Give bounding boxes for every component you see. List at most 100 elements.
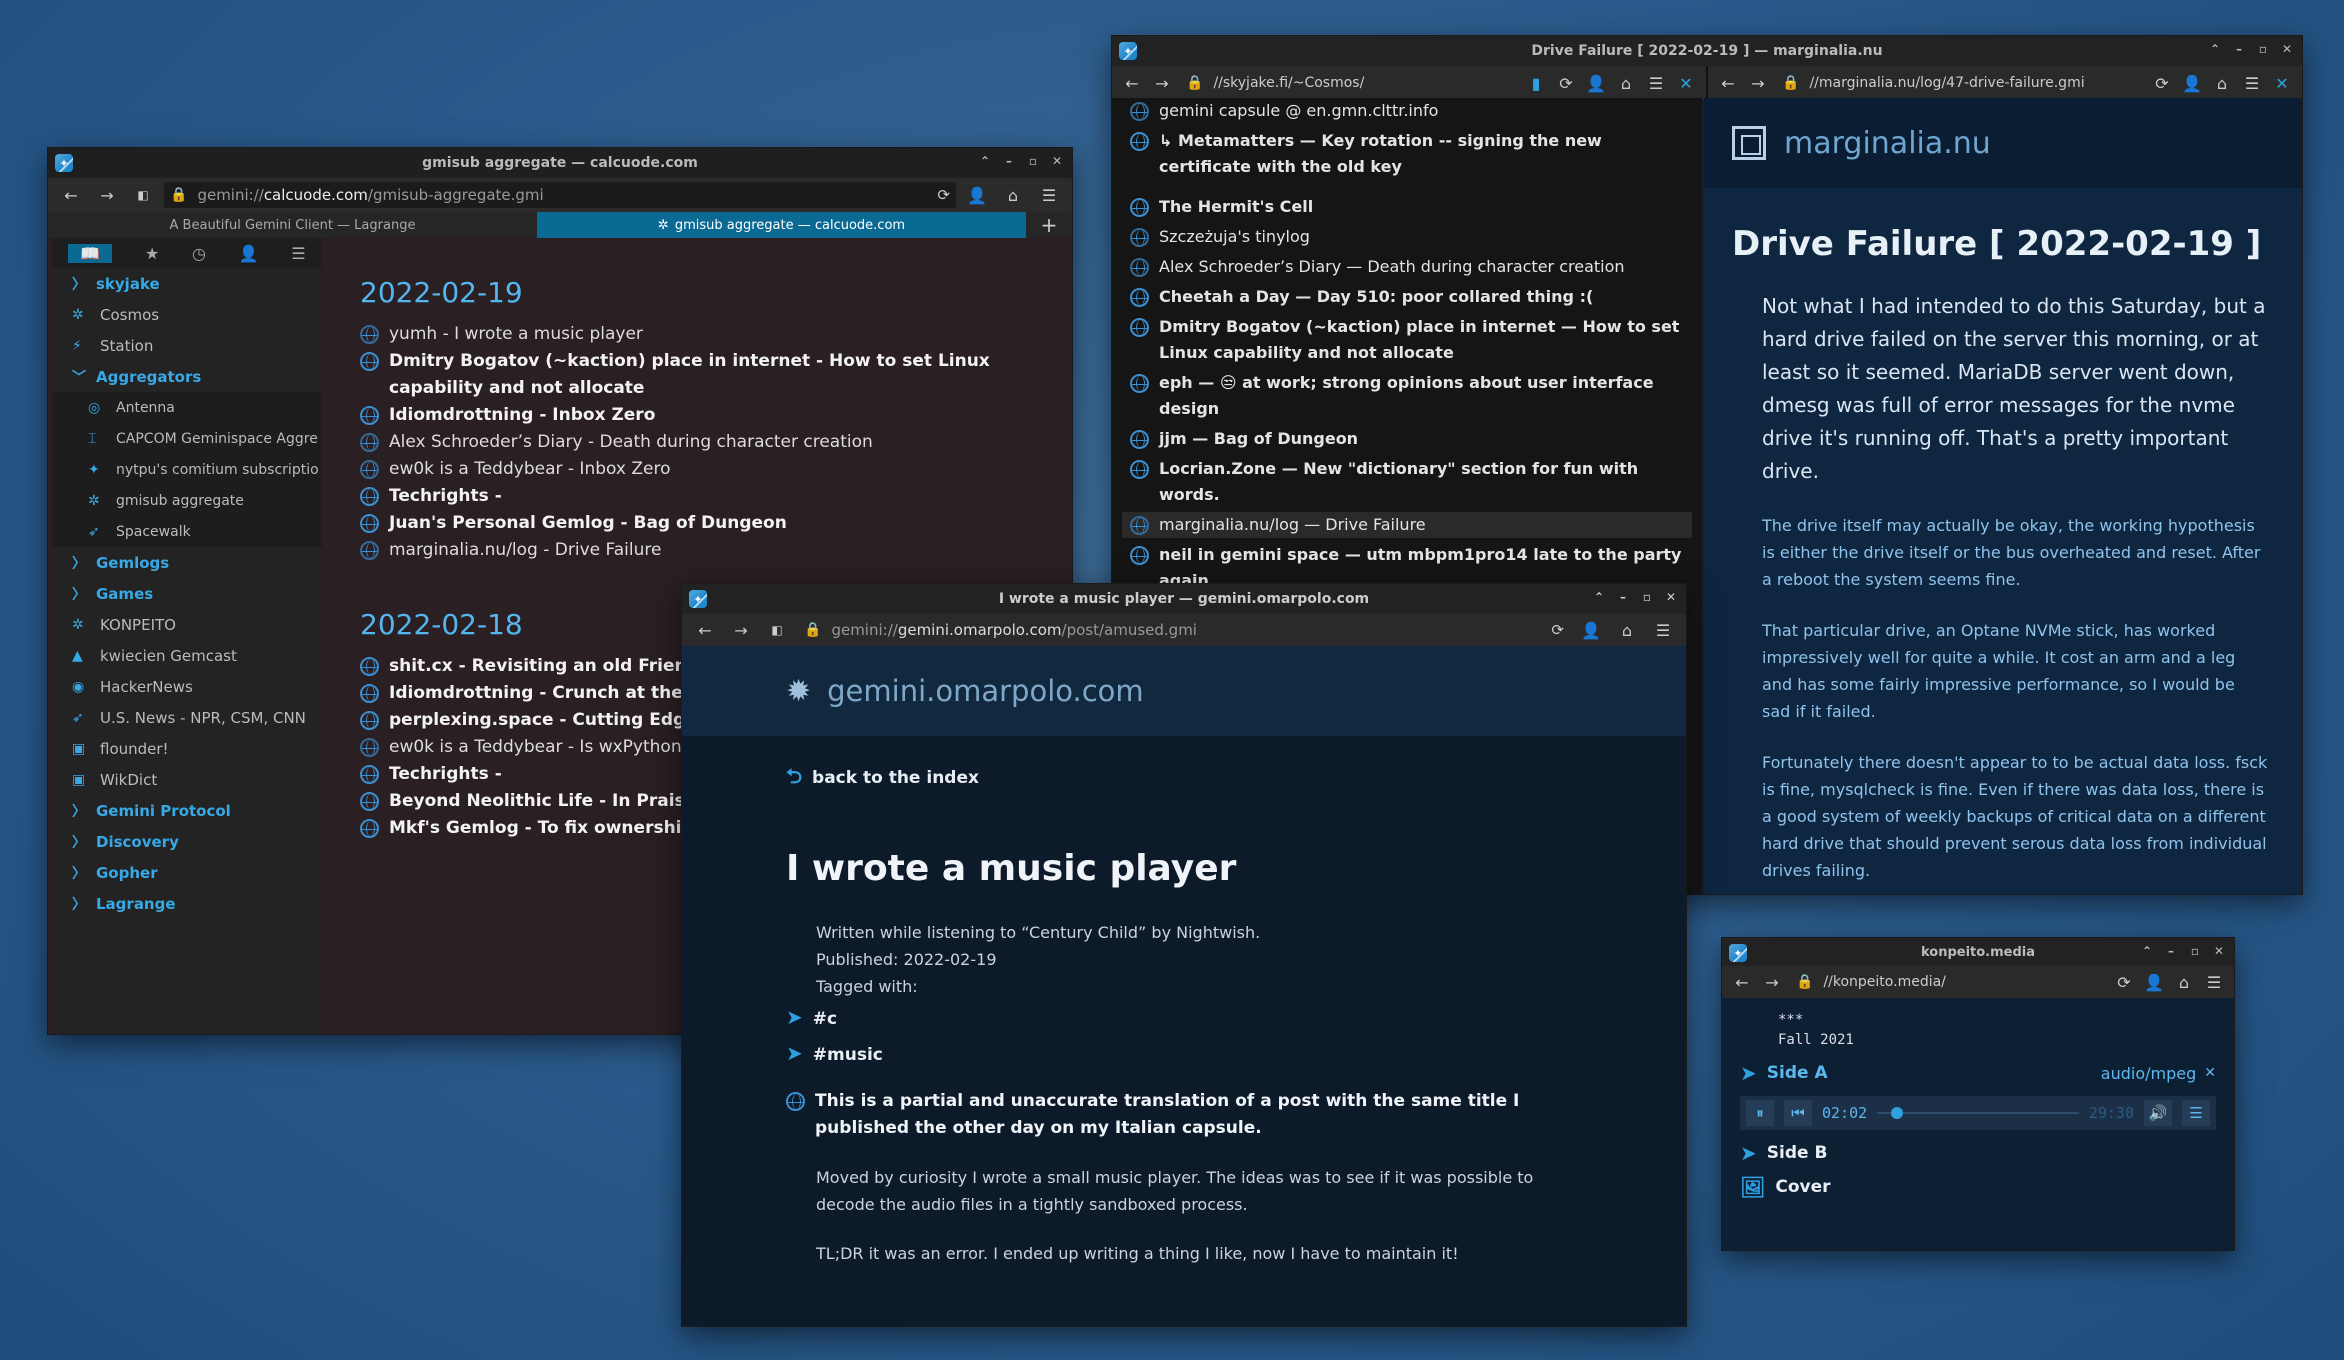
sidebar-item[interactable]: ✲ KONPEITO <box>52 609 322 640</box>
gemini-link[interactable]: marginalia.nu/log - Drive Failure <box>360 537 1020 564</box>
tag-link[interactable]: ➤ #music <box>682 1036 1686 1072</box>
minimize-icon[interactable]: – <box>1002 154 1016 168</box>
sidebar-item[interactable]: 〉 Gemlogs <box>52 547 322 578</box>
identity-icon[interactable]: 👤 <box>962 182 992 208</box>
titlebar[interactable]: ✦ Drive Failure [ 2022-02-19 ] — margina… <box>1112 36 2302 66</box>
tab-gmisub[interactable]: ✲ gmisub aggregate — calcuode.com <box>537 212 1026 238</box>
gemini-link[interactable]: yumh - I wrote a music player <box>360 321 1020 348</box>
gemini-link[interactable]: eph — 😒 at work; strong opinions about u… <box>1130 370 1684 422</box>
sidebar-item[interactable]: ➶ Spacewalk <box>52 516 322 547</box>
new-tab-button[interactable]: + <box>1026 212 1072 238</box>
reload-icon[interactable]: ⟳ <box>2150 70 2174 96</box>
identities-tab-icon[interactable]: 👤 <box>239 244 259 263</box>
url-input[interactable]: 🔒//konpeito.media/ <box>1790 969 2106 995</box>
forward-icon[interactable]: → <box>726 617 756 643</box>
sidebar-item[interactable]: 〉 Lagrange <box>52 888 322 919</box>
menu-icon[interactable]: ☰ <box>2202 969 2226 995</box>
back-link[interactable]: ⮌ back to the index <box>682 736 1686 796</box>
close-icon[interactable]: ✕ <box>1050 154 1064 168</box>
seek-thumb[interactable] <box>1891 1107 1904 1119</box>
sidebar-item[interactable]: 〉 Discovery <box>52 826 322 857</box>
back-icon[interactable]: ← <box>1730 969 1754 995</box>
gemini-link[interactable]: Alex Schroeder’s Diary — Death during ch… <box>1130 254 1684 280</box>
bookmarks-tab-icon[interactable]: 📖 <box>68 243 113 263</box>
home-icon[interactable]: ⌂ <box>998 182 1028 208</box>
maximize-icon[interactable]: ▫ <box>1640 590 1654 604</box>
menu-icon[interactable]: ☰ <box>1648 617 1678 643</box>
minimize-icon[interactable]: – <box>2164 944 2178 958</box>
gemini-link[interactable]: ew0k is a Teddybear - Inbox Zero <box>360 456 1020 483</box>
sidebar-toggle-icon[interactable]: ◧ <box>128 182 158 208</box>
url-input[interactable]: 🔒//marginalia.nu/log/47-drive-failure.gm… <box>1776 70 2144 96</box>
sidebar-item[interactable]: ➶ U.S. News - NPR, CSM, CNN <box>52 702 322 733</box>
maximize-icon[interactable]: ▫ <box>1026 154 1040 168</box>
maximize-icon[interactable]: ▫ <box>2188 944 2202 958</box>
sidebar-item[interactable]: 〉 Gemini Protocol <box>52 795 322 826</box>
image-link[interactable]: 🖼 Cover <box>1722 1170 2234 1204</box>
minimize-icon[interactable]: – <box>2232 42 2246 56</box>
reload-icon[interactable]: ⟳ <box>1551 621 1564 639</box>
gemini-link[interactable]: gemini capsule @ en.gmn.clttr.info <box>1130 98 1684 124</box>
close-player-icon[interactable]: ✕ <box>2204 1065 2216 1081</box>
gemini-link[interactable]: Juan's Personal Gemlog - Bag of Dungeon <box>360 510 1020 537</box>
url-input[interactable]: 🔒 gemini://calcuode.com/gmisub-aggregate.… <box>164 182 956 208</box>
original-post-link[interactable]: This is a partial and unaccurate transla… <box>682 1072 1686 1142</box>
identity-icon[interactable]: 👤 <box>2180 70 2204 96</box>
gemini-link[interactable]: marginalia.nu/log — Drive Failure <box>1122 512 1692 538</box>
back-icon[interactable]: ← <box>690 617 720 643</box>
menu-icon[interactable]: ☰ <box>1034 182 1064 208</box>
identity-icon[interactable]: 👤 <box>2142 969 2166 995</box>
sidebar-item[interactable]: 〉 Games <box>52 578 322 609</box>
shade-icon[interactable]: ⌃ <box>2140 944 2154 958</box>
identity-icon[interactable]: 👤 <box>1576 617 1606 643</box>
gemini-link[interactable]: Cheetah a Day — Day 510: poor collared t… <box>1130 284 1684 310</box>
gemini-link[interactable]: Techrights - <box>360 483 1020 510</box>
titlebar[interactable]: ✦ gmisub aggregate — calcuode.com ⌃ – ▫ ✕ <box>48 148 1072 178</box>
gemini-link[interactable]: Dmitry Bogatov (~kaction) place in inter… <box>360 348 1020 402</box>
titlebar[interactable]: ✦ konpeito.media ⌃ – ▫ ✕ <box>1722 938 2234 966</box>
shade-icon[interactable]: ⌃ <box>2208 42 2222 56</box>
sidebar-item[interactable]: ◉ HackerNews <box>52 671 322 702</box>
tab-lagrange[interactable]: A Beautiful Gemini Client — Lagrange <box>48 212 537 238</box>
sidebar-item[interactable]: ﹀ Aggregators <box>52 361 322 392</box>
gemini-link[interactable]: Idiomdrottning - Inbox Zero <box>360 402 1020 429</box>
url-input[interactable]: 🔒//skyjake.fi/~Cosmos/ <box>1180 70 1518 96</box>
close-icon[interactable]: ✕ <box>1664 590 1678 604</box>
back-icon[interactable]: ← <box>1716 70 1740 96</box>
history-tab-icon[interactable]: ◷ <box>192 244 206 263</box>
reload-icon[interactable]: ⟳ <box>2112 969 2136 995</box>
sidebar-item[interactable]: ⚡ Station <box>52 330 322 361</box>
titlebar[interactable]: ✦ I wrote a music player — gemini.omarpo… <box>682 584 1686 614</box>
tag-link[interactable]: ➤ #c <box>682 1000 1686 1036</box>
rewind-icon[interactable]: ⏮ <box>1784 1100 1812 1126</box>
reload-icon[interactable]: ⟳ <box>937 186 950 204</box>
sidebar-item[interactable]: ▲ kwiecien Gemcast <box>52 640 322 671</box>
feeds-tab-icon[interactable]: ★ <box>145 244 159 263</box>
gemini-link[interactable]: ↳ Metamatters — Key rotation -- signing … <box>1130 128 1684 180</box>
sidebar-item[interactable]: 〉 skyjake <box>52 268 322 299</box>
forward-icon[interactable]: → <box>1150 70 1174 96</box>
gemini-link[interactable]: Locrian.Zone — New "dictionary" section … <box>1130 456 1684 508</box>
sidebar-item[interactable]: ⌶ CAPCOM Geminispace Aggre <box>52 423 322 454</box>
outline-tab-icon[interactable]: ☰ <box>291 244 305 263</box>
maximize-icon[interactable]: ▫ <box>2256 42 2270 56</box>
sidebar-item[interactable]: ✦ nytpu's comitium subscriptio <box>52 454 322 485</box>
menu-icon[interactable]: ☰ <box>1644 70 1668 96</box>
seek-slider[interactable] <box>1877 1107 2079 1119</box>
gemini-link[interactable]: Alex Schroeder’s Diary - Death during ch… <box>360 429 1020 456</box>
close-icon[interactable]: ✕ <box>2212 944 2226 958</box>
gemini-link[interactable]: Dmitry Bogatov (~kaction) place in inter… <box>1130 314 1684 366</box>
close-split-icon[interactable]: ✕ <box>2270 70 2294 96</box>
player-menu-icon[interactable]: ☰ <box>2182 1100 2210 1126</box>
home-icon[interactable]: ⌂ <box>1612 617 1642 643</box>
close-split-icon[interactable]: ✕ <box>1674 70 1698 96</box>
audio-link[interactable]: ➤ Side Aaudio/mpeg ✕ <box>1722 1056 2234 1090</box>
sidebar-item[interactable]: ▣ WikDict <box>52 764 322 795</box>
sidebar-item[interactable]: 〉 Gopher <box>52 857 322 888</box>
menu-icon[interactable]: ☰ <box>2240 70 2264 96</box>
sidebar-item[interactable]: ◎ Antenna <box>52 392 322 423</box>
home-icon[interactable]: ⌂ <box>2172 969 2196 995</box>
home-icon[interactable]: ⌂ <box>1614 70 1638 96</box>
gemini-link[interactable]: The Hermit's Cell <box>1130 194 1684 220</box>
forward-icon[interactable]: → <box>1760 969 1784 995</box>
